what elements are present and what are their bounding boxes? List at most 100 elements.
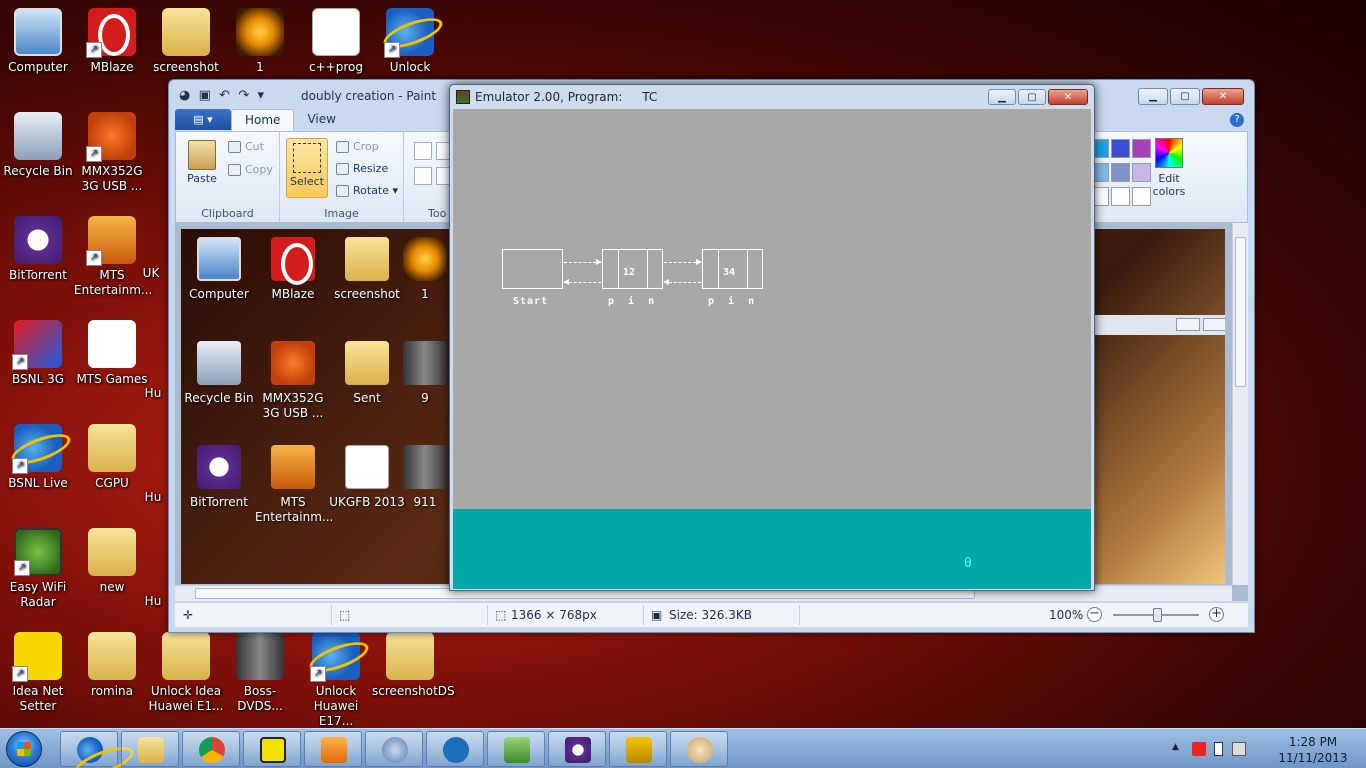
volume-icon[interactable]	[1232, 742, 1246, 756]
taskbar-hp[interactable]	[426, 731, 484, 767]
taskbar-chrome[interactable]	[182, 731, 240, 767]
status-separator	[643, 605, 644, 625]
desktop-icon-label: BSNL Live	[8, 476, 68, 490]
paste-button[interactable]: Paste	[182, 140, 222, 185]
emulator-app-icon[interactable]	[456, 90, 470, 104]
start-node	[502, 249, 563, 289]
file-menu-button[interactable]: ▤ ▾	[175, 109, 231, 130]
taskbar-paint[interactable]	[670, 731, 728, 767]
edit-colors-button[interactable]: Edit colors	[1149, 138, 1189, 198]
desktop-icon-label: new	[99, 580, 125, 594]
customize-qat-icon[interactable]: ▾	[253, 88, 265, 103]
copy-button[interactable]: Copy	[228, 163, 273, 176]
maximize-button[interactable]: ▢	[1170, 88, 1200, 105]
desktop-icon-mts-entertainment[interactable]: MTS Entertainm...	[74, 216, 152, 298]
zoom-slider-thumb[interactable]	[1153, 608, 1162, 622]
save-icon[interactable]: ▣	[194, 88, 211, 103]
redo-icon[interactable]: ↷	[234, 88, 249, 103]
desktop-icon-bsnl-live[interactable]: BSNL Live	[0, 424, 76, 491]
palette-swatch[interactable]	[1111, 163, 1130, 182]
taskbar-mascot[interactable]	[365, 731, 423, 767]
show-hidden-icons-icon[interactable]: ▲	[1172, 742, 1186, 756]
taskbar-bittorrent[interactable]	[548, 731, 606, 767]
taskbar-media-player[interactable]	[304, 731, 362, 767]
emulator-screen[interactable]: Start 12 p i n 34 p i n 0	[453, 109, 1091, 589]
taskbar-installer[interactable]	[487, 731, 545, 767]
desktop-icon-label: UK	[142, 266, 160, 280]
desktop-icon-1[interactable]: 1	[222, 8, 298, 75]
tab-home[interactable]: Home	[231, 109, 295, 131]
desktop-icon-unlock-idea-huawei[interactable]: Unlock Idea Huawei E1...	[148, 632, 224, 714]
zoom-slider[interactable]	[1113, 608, 1199, 622]
ribbon-tabs: ▤ ▾ Home View	[175, 109, 349, 131]
games-icon	[88, 320, 136, 368]
clock[interactable]: 1:28 PM 11/11/2013	[1278, 734, 1348, 766]
emulator-window: Emulator 2.00, Program: TC ▁ ▢ ✕ Start 1…	[449, 84, 1095, 591]
vertical-scrollbar[interactable]	[1232, 223, 1248, 585]
maximize-button[interactable]: ▢	[1018, 89, 1046, 105]
close-button[interactable]: ✕	[1048, 89, 1088, 105]
taskbar-windows-explorer[interactable]	[121, 731, 179, 767]
desktop-icon-easy-wifi-radar[interactable]: Easy WiFi Radar	[0, 528, 76, 610]
rotate-button[interactable]: Rotate ▾	[336, 184, 398, 197]
taskbar-video-player[interactable]	[609, 731, 667, 767]
folder-icon	[386, 632, 434, 680]
folder-icon	[162, 632, 210, 680]
desktop-icon-partial-hu-2[interactable]: Hu	[138, 490, 168, 505]
palette-swatch[interactable]	[1111, 139, 1130, 158]
desktop-icon-mblaze[interactable]: MBlaze	[74, 8, 150, 75]
resize-button[interactable]: Resize	[336, 162, 388, 175]
paint-app-icon[interactable]: ◕	[179, 88, 190, 103]
desktop-icon-idea-net-setter[interactable]: Idea Net Setter	[0, 632, 76, 714]
desktop-icon-screenshot[interactable]: screenshot	[148, 8, 224, 75]
desktop-icon-cgpu[interactable]: CGPU	[74, 424, 150, 491]
cursor-position-icon: ✛	[183, 608, 194, 622]
paste-icon	[188, 140, 216, 170]
crop-button[interactable]: Crop	[336, 140, 379, 153]
desktop-icon-partial-hu[interactable]: Hu	[138, 386, 168, 401]
close-button[interactable]: ✕	[1202, 88, 1244, 105]
canvas-icon-label: 1	[421, 287, 429, 301]
minimize-button[interactable]: ▁	[988, 89, 1016, 105]
desktop-icon-label: romina	[91, 684, 133, 698]
desktop-icon-recycle-bin[interactable]: Recycle Bin	[0, 112, 76, 179]
minimize-button[interactable]: ▁	[1138, 88, 1168, 105]
desktop-icon-bittorrent[interactable]: BitTorrent	[0, 216, 76, 283]
undo-icon[interactable]: ↶	[215, 88, 230, 103]
desktop-icon-mmx352g[interactable]: MMX352G 3G USB ...	[74, 112, 150, 194]
recycle-bin-icon	[197, 341, 241, 385]
tab-view[interactable]: View	[294, 109, 348, 131]
zoom-out-button[interactable]: −	[1087, 607, 1102, 622]
copy-icon	[228, 164, 241, 176]
eraser-icon[interactable]	[414, 167, 432, 185]
recycle-bin-icon	[14, 112, 62, 160]
desktop-icon-cpp-prog[interactable]: c++prog	[298, 8, 374, 75]
desktop-icon-bsnl-3g[interactable]: BSNL 3G	[0, 320, 76, 387]
pencil-icon[interactable]	[414, 142, 432, 160]
palette-swatch[interactable]	[1111, 187, 1130, 206]
desktop-icon-partial-hu-3[interactable]: Hu	[138, 594, 168, 609]
desktop-icon-boss-dvds[interactable]: Boss-DVDS...	[222, 632, 298, 714]
cut-button[interactable]: Cut	[228, 140, 264, 153]
taskbar-internet-explorer[interactable]	[60, 731, 118, 767]
desktop-icon-new[interactable]: new	[74, 528, 150, 595]
desktop-icon-romina[interactable]: romina	[74, 632, 150, 699]
taskbar-turbo-c[interactable]	[243, 731, 301, 767]
color-wheel-icon	[1155, 138, 1183, 168]
desktop-icon-unlock-huawei-e17[interactable]: Unlock Huawei E17...	[298, 632, 374, 729]
help-icon[interactable]: ?	[1230, 113, 1244, 127]
start-button[interactable]	[6, 731, 42, 767]
scrollbar-thumb[interactable]	[1235, 237, 1246, 387]
desktop-icon-computer[interactable]: Computer	[0, 8, 76, 75]
quick-access-toolbar[interactable]: ◕ ▣ ↶ ↷ ▾	[179, 88, 264, 103]
action-center-icon[interactable]	[1192, 742, 1206, 756]
desktop-icon-mts-games[interactable]: MTS Games	[74, 320, 150, 387]
desktop-icon-unlock[interactable]: Unlock	[372, 8, 448, 75]
desktop-icon-screenshotds[interactable]: screenshotDS	[372, 632, 455, 699]
battery-icon[interactable]	[1214, 742, 1223, 756]
paint-palette-icon	[687, 737, 713, 763]
select-button[interactable]: Select	[286, 138, 328, 198]
zoom-in-button[interactable]: +	[1209, 607, 1224, 622]
emulator-title-text: Emulator 2.00, Program:	[475, 90, 623, 104]
paste-label: Paste	[187, 172, 217, 185]
